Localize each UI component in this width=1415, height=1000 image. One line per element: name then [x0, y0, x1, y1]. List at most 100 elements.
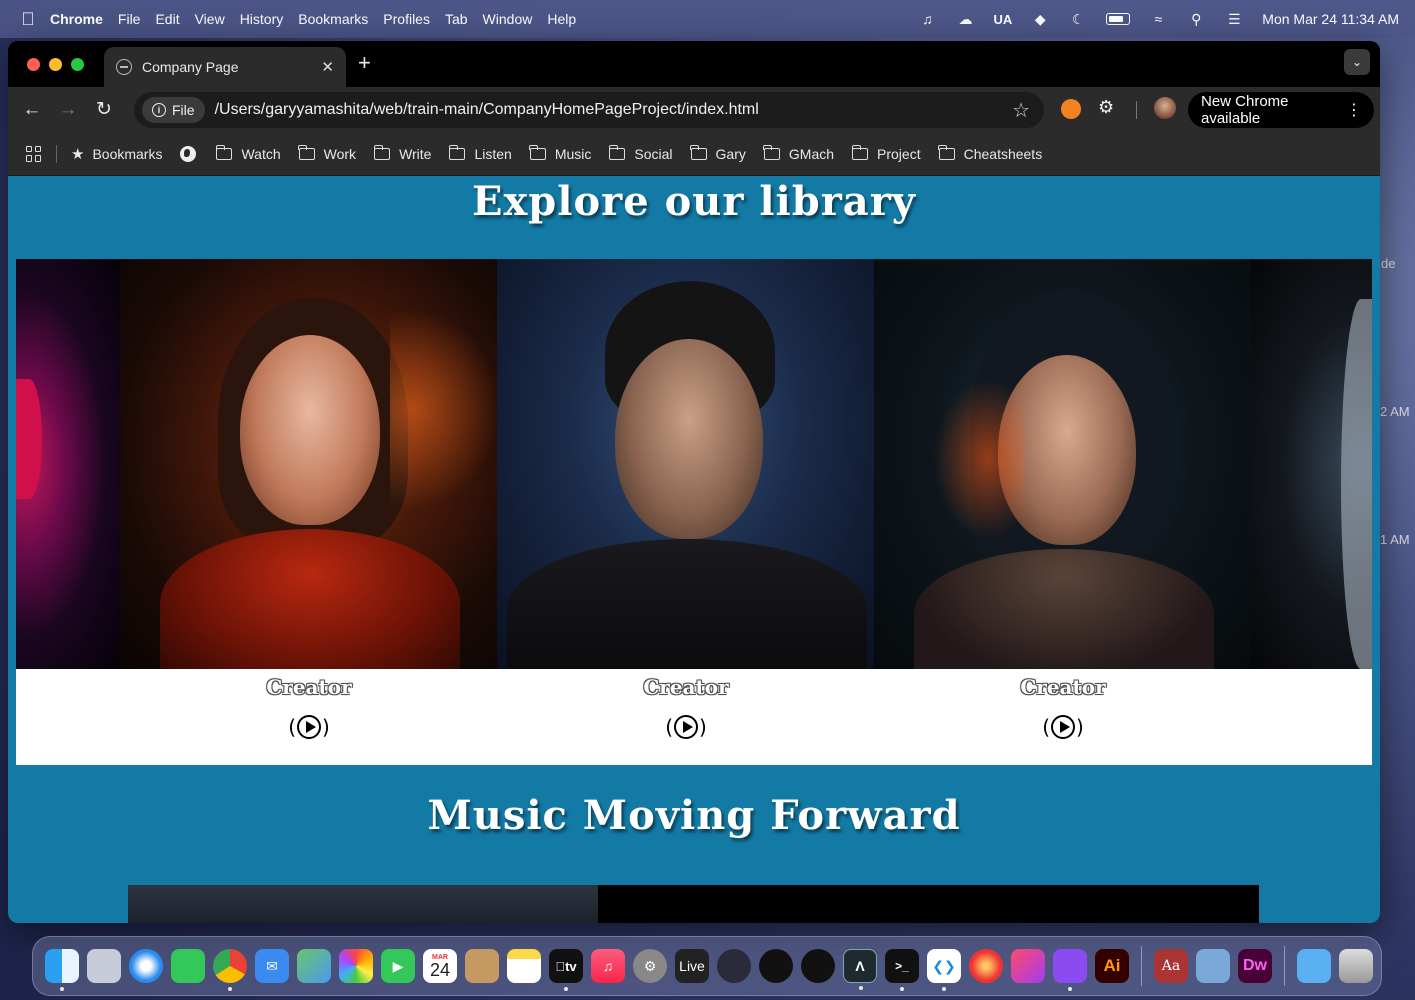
play-audio-button[interactable]: ( ): [663, 713, 709, 741]
bookmark-label: Social: [634, 145, 673, 162]
dock-downloads-folder-icon[interactable]: [1297, 949, 1331, 983]
close-tab-icon[interactable]: ✕: [321, 58, 334, 76]
play-audio-button[interactable]: ( ): [1040, 713, 1086, 741]
music-status-icon[interactable]: ♫: [918, 9, 938, 29]
dock-safari-preview-icon[interactable]: [969, 949, 1003, 983]
bookmark-star-icon[interactable]: ☆: [1012, 98, 1030, 123]
sound-wave-left-icon: (: [288, 715, 296, 739]
dock-affinity-icon[interactable]: Λ: [843, 949, 877, 990]
dock-contacts-icon[interactable]: [465, 949, 499, 983]
menu-edit[interactable]: Edit: [155, 11, 179, 27]
dock-music-icon[interactable]: ♫: [591, 949, 625, 983]
dock-preview-icon[interactable]: [1196, 949, 1230, 983]
bookmark-folder-listen[interactable]: Listen: [448, 144, 512, 162]
minimize-window-button[interactable]: [49, 57, 62, 71]
dock-dreamweaver-icon[interactable]: Dw: [1238, 949, 1272, 983]
dock-launchpad-icon[interactable]: [87, 949, 121, 983]
dock-apple-tv-icon[interactable]: tv: [549, 949, 583, 991]
focus-moon-icon[interactable]: ☾: [1068, 9, 1088, 29]
back-button[interactable]: ←: [14, 99, 50, 121]
dock-mail-icon[interactable]: ✉: [255, 949, 289, 983]
dock-maps-icon[interactable]: [297, 949, 331, 983]
menu-tab[interactable]: Tab: [445, 11, 468, 27]
menubar-clock[interactable]: Mon Mar 24 11:34 AM: [1262, 11, 1399, 27]
dock-obs-icon[interactable]: [717, 949, 751, 983]
more-menu-icon[interactable]: ⋮: [1346, 100, 1362, 120]
dock-facetime-icon[interactable]: ▶: [381, 949, 415, 983]
dock-terminal-icon[interactable]: >_: [885, 949, 919, 991]
input-source-indicator[interactable]: UA: [994, 12, 1013, 27]
creator-carousel[interactable]: [16, 259, 1372, 669]
bookmark-folder-project[interactable]: Project: [851, 144, 921, 162]
bookmark-folder-cheatsheets[interactable]: Cheatsheets: [938, 144, 1042, 162]
menu-profiles[interactable]: Profiles: [383, 11, 430, 27]
apps-grid-icon[interactable]: [26, 145, 42, 162]
reload-button[interactable]: ↻: [86, 98, 122, 121]
bookmark-folder-work[interactable]: Work: [298, 144, 356, 162]
dock-chrome-icon[interactable]: [213, 949, 247, 991]
site-info-chip[interactable]: i File: [142, 97, 205, 123]
extension-icon[interactable]: [1061, 99, 1081, 119]
address-bar[interactable]: i File /Users/garyyamashita/web/train-ma…: [134, 92, 1044, 128]
dock-trash-icon[interactable]: [1339, 949, 1373, 983]
extensions-puzzle-icon[interactable]: ⚙: [1098, 97, 1120, 119]
url-text[interactable]: /Users/garyyamashita/web/train-main/Comp…: [215, 101, 759, 119]
new-chrome-available-button[interactable]: New Chrome available ⋮: [1188, 92, 1374, 128]
menu-window[interactable]: Window: [483, 11, 533, 27]
menu-app-name[interactable]: Chrome: [50, 11, 103, 27]
dock-safari-icon[interactable]: [129, 949, 163, 983]
dock-notes-icon[interactable]: [507, 949, 541, 983]
dock-system-settings-icon[interactable]: ⚙: [633, 949, 667, 983]
dock-photos-icon[interactable]: [339, 949, 373, 983]
profile-avatar[interactable]: [1154, 97, 1176, 119]
creator-image-1[interactable]: [120, 259, 497, 669]
network-status-icon[interactable]: ◆: [1030, 9, 1050, 29]
menu-history[interactable]: History: [240, 11, 284, 27]
spotlight-search-icon[interactable]: ⚲: [1186, 9, 1206, 29]
dock-messages-icon[interactable]: [171, 949, 205, 983]
dock-illustrator-icon[interactable]: Ai: [1095, 949, 1129, 983]
menu-file[interactable]: File: [118, 11, 141, 27]
bookmark-label: Bookmarks: [92, 145, 163, 162]
chrome-window: Company Page ✕ + ⌄ ← → ↻ i File /Users/g…: [8, 41, 1380, 923]
menu-bookmarks[interactable]: Bookmarks: [298, 11, 368, 27]
fullscreen-window-button[interactable]: [71, 57, 84, 71]
bookmark-folder-social[interactable]: Social: [608, 144, 673, 162]
dock-dictionary-icon[interactable]: Aa: [1154, 949, 1188, 983]
creator-image-partial-left[interactable]: [16, 259, 120, 669]
bookmark-folder-write[interactable]: Write: [373, 144, 431, 162]
dock-uad-console-icon[interactable]: [759, 949, 793, 983]
play-audio-button[interactable]: ( ): [286, 713, 332, 741]
close-window-button[interactable]: [27, 57, 40, 71]
menu-help[interactable]: Help: [547, 11, 576, 27]
tab-search-chevron-icon[interactable]: ⌄: [1344, 49, 1370, 75]
battery-icon[interactable]: [1106, 13, 1131, 25]
globe-bookmark-icon[interactable]: [180, 145, 197, 162]
menu-view[interactable]: View: [195, 11, 225, 27]
tab-company-page[interactable]: Company Page ✕: [104, 47, 346, 87]
dock-creative-cloud-icon[interactable]: [1011, 949, 1045, 983]
dock-uad-connect-icon[interactable]: [801, 949, 835, 983]
dock-calendar-icon[interactable]: MAR 24: [423, 949, 457, 983]
new-tab-button[interactable]: +: [358, 50, 371, 76]
dock-github-desktop-icon[interactable]: [1053, 949, 1087, 991]
video-thumbnail: [128, 885, 598, 923]
bookmark-folder-gary[interactable]: Gary: [690, 144, 746, 162]
control-center-icon[interactable]: ☰: [1224, 9, 1244, 29]
bookmark-folder-music[interactable]: Music: [529, 144, 592, 162]
apple-menu-icon[interactable]: : [16, 9, 40, 30]
dock-finder-icon[interactable]: [45, 949, 79, 991]
dock-vscode-icon[interactable]: ❮❯: [927, 949, 961, 991]
creator-image-partial-right[interactable]: [1251, 259, 1372, 669]
creator-image-2[interactable]: [497, 259, 874, 669]
bookmark-all-bookmarks[interactable]: ★ Bookmarks: [71, 145, 162, 163]
bookmark-folder-gmach[interactable]: GMach: [763, 144, 834, 162]
forward-button[interactable]: →: [50, 99, 86, 121]
dock-ableton-live-icon[interactable]: Live: [675, 949, 709, 983]
bookmark-label: Music: [554, 145, 592, 162]
creative-cloud-status-icon[interactable]: ☁: [956, 9, 976, 29]
bookmark-folder-watch[interactable]: Watch: [215, 144, 281, 162]
creator-image-3[interactable]: [874, 259, 1251, 669]
music-video-player[interactable]: [128, 885, 1259, 923]
wifi-icon[interactable]: ≈: [1148, 9, 1168, 29]
